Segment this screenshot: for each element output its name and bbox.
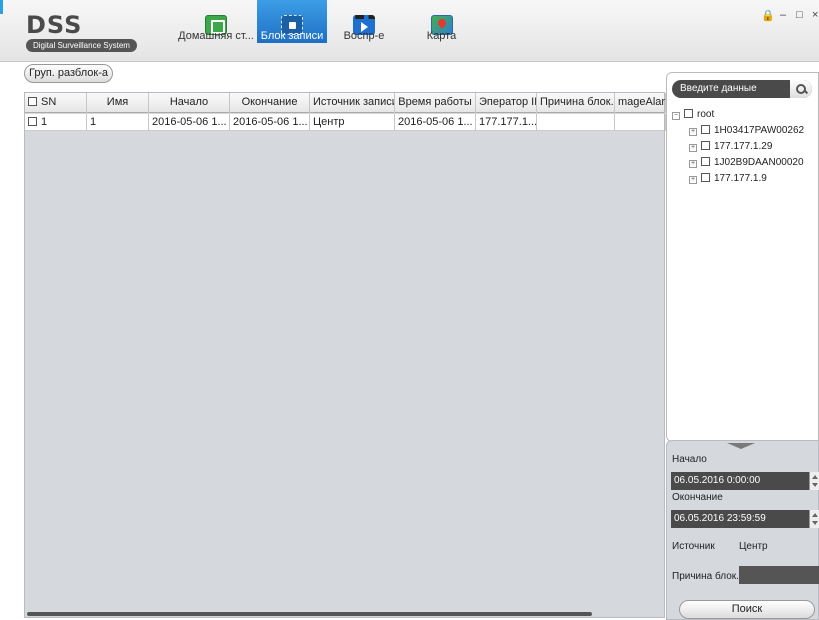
start-label: Начало <box>672 454 707 465</box>
source-value[interactable]: Центр <box>739 541 768 552</box>
row-operation-time-cell: 2016-05-06 1... <box>395 114 476 131</box>
lock-icon[interactable]: 🔒 <box>761 9 775 22</box>
app-logo: DSS Digital Surveillance System <box>26 12 137 52</box>
column-operation-time[interactable]: Время работы <box>395 93 476 113</box>
row-lock-reason-cell <box>537 114 615 131</box>
select-all-checkbox[interactable] <box>28 97 37 106</box>
tree-item-device[interactable]: +1H03417PAW00262 <box>689 125 804 136</box>
tree-checkbox[interactable] <box>701 157 710 166</box>
maximize-button[interactable]: □ <box>796 9 803 21</box>
tab-record-lock[interactable]: Блок записи <box>257 0 327 43</box>
column-lock-reason[interactable]: Причина блок. <box>537 93 615 113</box>
column-start[interactable]: Начало <box>149 93 230 113</box>
column-image-alarm[interactable]: mageAlarm <box>615 93 666 113</box>
tree-item-device[interactable]: +177.177.1.29 <box>689 141 772 152</box>
tree-checkbox[interactable] <box>701 173 710 182</box>
minimize-button[interactable]: – <box>780 9 786 21</box>
start-spinner-icon[interactable] <box>809 472 819 490</box>
row-start-cell: 2016-05-06 1... <box>149 114 230 131</box>
collapse-arrow-icon[interactable] <box>727 443 755 449</box>
row-end-cell: 2016-05-06 1... <box>230 114 310 131</box>
expand-icon[interactable]: + <box>689 128 697 136</box>
search-button[interactable]: Поиск <box>679 600 815 619</box>
logo-subtitle: Digital Surveillance System <box>26 39 137 52</box>
start-datetime-field[interactable]: 06.05.2016 0:00:00 <box>671 472 819 490</box>
row-image-alarm-cell <box>615 114 666 131</box>
tree-root[interactable]: − root <box>672 109 714 120</box>
close-button[interactable]: × <box>812 9 818 21</box>
end-label: Окончание <box>672 492 723 503</box>
table-row[interactable]: 1 1 2016-05-06 1... 2016-05-06 1... Цент… <box>25 114 666 131</box>
collapse-icon[interactable]: − <box>672 112 680 120</box>
row-checkbox[interactable] <box>28 117 37 126</box>
tree-item-device[interactable]: +177.177.1.9 <box>689 173 767 184</box>
app-header: DSS Digital Surveillance System Домашняя… <box>0 0 819 62</box>
group-unlock-button[interactable]: Груп. разблок-а <box>24 64 113 83</box>
tab-home[interactable]: Домашняя ст... <box>170 0 262 43</box>
tab-playback[interactable]: Воспр-е <box>334 0 394 43</box>
tab-map[interactable]: Карта <box>414 0 469 43</box>
search-icon[interactable] <box>790 80 812 98</box>
tree-checkbox[interactable] <box>684 109 693 118</box>
expand-icon[interactable]: + <box>689 160 697 168</box>
row-source-cell: Центр <box>310 114 395 131</box>
corner-accent <box>0 0 3 14</box>
column-sn[interactable]: SN <box>25 93 87 113</box>
records-table: SN Имя Начало Окончание Источник записи … <box>24 92 666 618</box>
row-name-cell: 1 <box>87 114 149 131</box>
column-operator-ip[interactable]: Эператор IP <box>476 93 537 113</box>
tree-checkbox[interactable] <box>701 125 710 134</box>
reason-label: Причина блок. <box>672 571 739 582</box>
tree-item-device[interactable]: +1J02B9DAAN00020 <box>689 157 804 168</box>
column-source[interactable]: Источник записи <box>310 93 395 113</box>
filter-panel: Начало 06.05.2016 0:00:00 Окончание 06.0… <box>666 440 819 620</box>
row-operator-ip-cell: 177.177.1... <box>476 114 537 131</box>
end-spinner-icon[interactable] <box>809 510 819 528</box>
search-input[interactable]: Введите данные <box>672 80 812 98</box>
column-name[interactable]: Имя <box>87 93 149 113</box>
logo-title: DSS <box>26 11 83 39</box>
row-sn-cell: 1 <box>25 114 87 131</box>
expand-icon[interactable]: + <box>689 144 697 152</box>
source-label: Источник <box>672 541 715 552</box>
column-end[interactable]: Окончание <box>230 93 310 113</box>
tree-checkbox[interactable] <box>701 141 710 150</box>
reason-input[interactable] <box>739 566 819 584</box>
device-tree-panel: Введите данные − root +1H03417PAW00262 +1… <box>666 72 819 442</box>
horizontal-scrollbar[interactable] <box>27 612 592 616</box>
table-header: SN Имя Начало Окончание Источник записи … <box>25 93 666 113</box>
end-datetime-field[interactable]: 06.05.2016 23:59:59 <box>671 510 819 528</box>
tab-record-lock-label: Блок записи <box>260 30 324 42</box>
expand-icon[interactable]: + <box>689 176 697 184</box>
search-placeholder: Введите данные <box>680 83 757 94</box>
tab-playback-label: Воспр-е <box>343 30 385 42</box>
tab-home-label: Домашняя ст... <box>178 30 254 42</box>
tab-map-label: Карта <box>426 30 457 42</box>
